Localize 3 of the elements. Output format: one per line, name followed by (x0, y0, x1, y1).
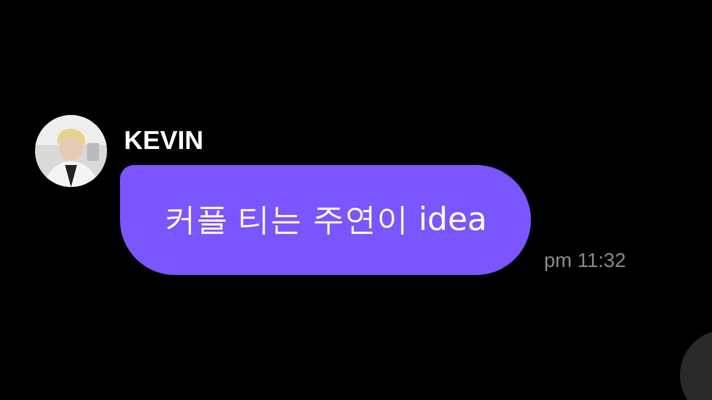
sender-name: KEVIN (123, 125, 204, 155)
message-bubble: 커플 티는 주연이 idea (120, 165, 532, 275)
message-time: pm 11:32 (544, 250, 626, 274)
